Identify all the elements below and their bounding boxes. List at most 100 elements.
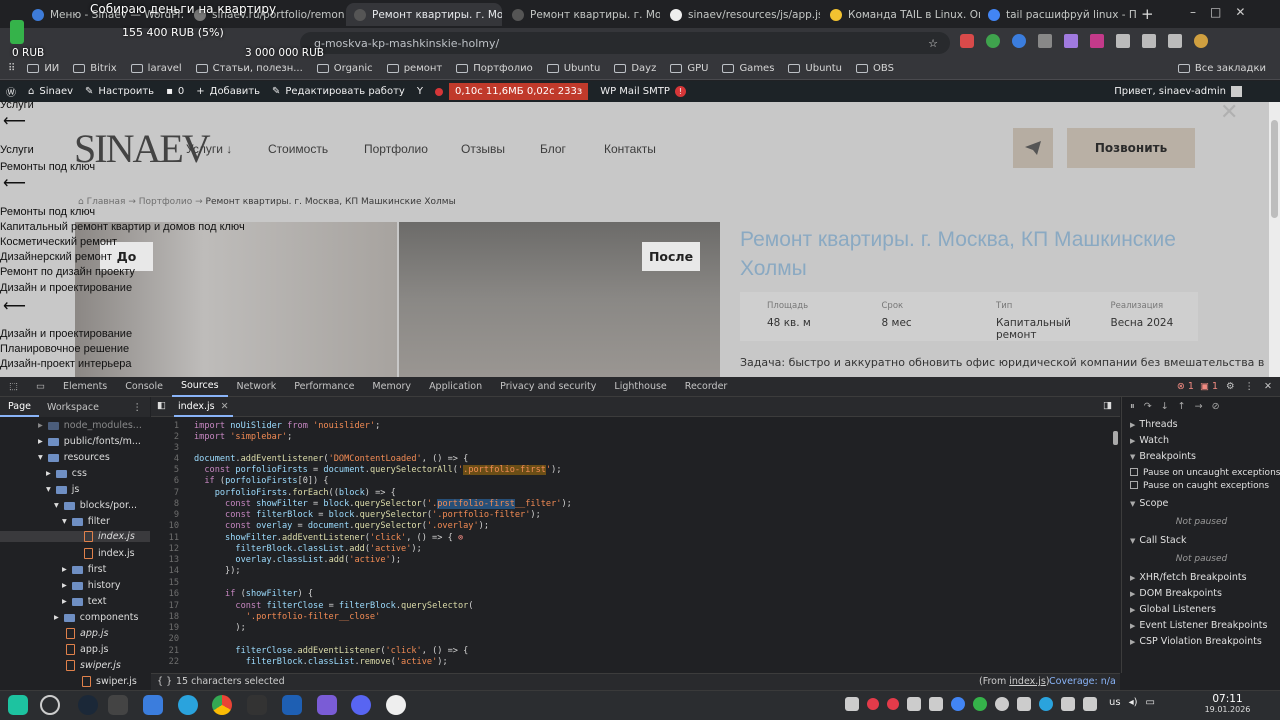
bookmark-folder[interactable]: Organic (316, 63, 373, 74)
section-csp-breakpoints[interactable]: ▶ CSP Violation Breakpoints (1130, 636, 1262, 647)
telegram-icon[interactable] (178, 695, 198, 715)
bookmark-folder[interactable]: ИИ (27, 63, 59, 74)
wordpress-logo-icon[interactable]: Ⓦ (6, 84, 16, 99)
wp-edit-post[interactable]: ✎ Редактировать работу (272, 86, 405, 97)
menu-item[interactable]: Дизайн и проектирование (0, 327, 132, 342)
tab-privacy[interactable]: Privacy and security (491, 377, 605, 397)
profile-avatar[interactable] (1194, 34, 1208, 48)
address-bar[interactable]: g-moskva-kp-mashkinskie-holmy/☆ (300, 32, 950, 54)
extension-icon[interactable] (1142, 34, 1156, 48)
nav-item-reviews[interactable]: Отзывы (461, 142, 505, 156)
tree-file[interactable]: swiper.js (82, 676, 137, 687)
toggle-navigator-icon[interactable]: ◧ (157, 400, 166, 411)
shield-icon[interactable] (986, 34, 1000, 48)
menu-item[interactable]: Капитальный ремонт квартир и домов под к… (0, 220, 245, 235)
extension-icon[interactable] (1116, 34, 1130, 48)
puzzle-icon[interactable] (1168, 34, 1182, 48)
device-toggle-icon[interactable]: ▭ (27, 377, 54, 397)
pause-uncaught-checkbox[interactable]: Pause on uncaught exceptions (1130, 468, 1280, 478)
back-arrow-icon[interactable]: ⟵ (3, 176, 26, 192)
code-editor[interactable]: 1 2 3 4 5 6 7 8 9 10 11 12 13 14 15 16 1… (151, 417, 1120, 673)
wp-mail-smtp[interactable]: WP Mail SMTP! (600, 86, 686, 97)
activities-icon[interactable] (40, 695, 60, 715)
tab-lighthouse[interactable]: Lighthouse (605, 377, 675, 397)
settings-gear-icon[interactable]: ⚙ (1226, 381, 1235, 392)
tab-workspace[interactable]: Workspace (39, 402, 107, 413)
error-counter[interactable]: ⊗ 1 (1177, 381, 1194, 392)
back-arrow-icon[interactable]: ⟵ (3, 299, 26, 315)
tab-memory[interactable]: Memory (363, 377, 420, 397)
new-badge-icon[interactable] (1038, 34, 1052, 48)
nav-item-contacts[interactable]: Контакты (604, 142, 656, 156)
menu-item[interactable]: Услуги (0, 143, 34, 158)
wp-site-link[interactable]: ⌂ Sinaev (28, 86, 73, 97)
menu-item[interactable]: Услуги (0, 98, 34, 113)
terminal-icon[interactable] (108, 695, 128, 715)
close-icon[interactable]: ✕ (221, 401, 229, 412)
window-controls[interactable]: –□✕ (1190, 5, 1259, 19)
editor-scroll-thumb[interactable] (1113, 431, 1118, 445)
section-global-listeners[interactable]: ▶ Global Listeners (1130, 604, 1216, 615)
browser-tab[interactable]: Команда TAIL в Linux. Опи✕ (822, 3, 980, 26)
steam-icon[interactable] (78, 695, 98, 715)
nav-item-cost[interactable]: Стоимость (268, 142, 328, 156)
nav-item-portfolio[interactable]: Портфолио (364, 142, 428, 156)
section-xhr-breakpoints[interactable]: ▶ XHR/fetch Breakpoints (1130, 572, 1247, 583)
network-icon[interactable]: ▭ (1145, 697, 1154, 711)
tray-icon[interactable] (973, 697, 987, 711)
menu-item[interactable]: Ремонт по дизайн проекту (0, 265, 135, 280)
bookmark-folder[interactable]: Ubuntu (546, 63, 600, 74)
telegram-button[interactable] (1013, 128, 1053, 168)
inspect-icon[interactable]: ⬚ (0, 377, 27, 397)
bookmark-folder[interactable]: Портфолио (456, 63, 533, 74)
debug-controls[interactable]: ⏸↷↓↑→⊘ (1130, 401, 1229, 412)
tree-file[interactable]: swiper.js (66, 660, 121, 671)
tree-file[interactable]: app.js (66, 644, 109, 655)
tab-page[interactable]: Page (0, 397, 39, 417)
record-icon[interactable] (867, 698, 879, 710)
browser-tab-active[interactable]: Ремонт квартиры. г. Моск✕ (346, 3, 502, 26)
record-icon[interactable] (887, 698, 899, 710)
launcher-icon[interactable] (8, 695, 28, 715)
menu-item[interactable]: Ремонты под ключ (0, 160, 95, 175)
section-call-stack[interactable]: ▼ Call Stack (1130, 535, 1186, 546)
tree-folder[interactable]: ▸ text (62, 596, 107, 607)
wp-account[interactable]: Привет, sinaev-admin (1114, 86, 1242, 97)
chrome-tray-icon[interactable] (951, 697, 965, 711)
tray-icon[interactable] (907, 697, 921, 711)
menu-item[interactable]: Дизайнерский ремонт (0, 250, 112, 265)
menu-item[interactable]: Дизайн-проект интерьера (0, 357, 131, 372)
extension-icon[interactable] (1012, 34, 1026, 48)
new-tab-button[interactable]: + (1141, 5, 1154, 23)
chrome-icon[interactable] (212, 695, 232, 715)
keyboard-layout[interactable]: us (1109, 697, 1121, 711)
nav-item-blog[interactable]: Блог (540, 142, 566, 156)
all-bookmarks[interactable]: Все закладки (1177, 63, 1266, 74)
menu-item[interactable]: Ремонты под ключ (0, 205, 95, 220)
tree-file[interactable]: app.js (66, 628, 109, 639)
extension-icon[interactable] (1064, 34, 1078, 48)
scrollbar-thumb[interactable] (1271, 120, 1278, 218)
tree-folder[interactable]: ▾ filter (62, 516, 110, 527)
bookmark-folder[interactable]: Bitrix (73, 63, 117, 74)
tray-icon[interactable] (845, 697, 859, 711)
steam-tray-icon[interactable] (1017, 697, 1031, 711)
query-monitor[interactable]: 0,10с 11,6МБ 0,02с 233з (448, 83, 589, 100)
pause-caught-checkbox[interactable]: Pause on caught exceptions (1130, 481, 1269, 491)
tree-file[interactable]: index.js (84, 548, 135, 559)
bookmark-folder[interactable]: Ubuntu (788, 63, 842, 74)
tab-sources[interactable]: Sources (171, 377, 228, 397)
clock[interactable]: 07:11 19.01.2026 (1200, 694, 1255, 715)
section-watch[interactable]: ▶ Watch (1130, 435, 1169, 446)
breadcrumb-portfolio[interactable]: Портфолио (139, 197, 193, 207)
bookmark-folder[interactable]: Games (722, 63, 774, 74)
tree-folder[interactable]: ▾ resources (38, 452, 110, 463)
tree-folder[interactable]: ▸ node_modules... (38, 420, 142, 431)
tree-folder[interactable]: ▸ components (54, 612, 138, 623)
source-file-link[interactable]: index.js (1009, 676, 1046, 687)
tab-console[interactable]: Console (116, 377, 172, 397)
browser-tab[interactable]: sinaev/resources/js/app.js✕ (662, 3, 820, 26)
tree-folder[interactable]: ▸ first (62, 564, 106, 575)
editor-tab-active[interactable]: index.js ✕ (174, 397, 233, 417)
github-tray-icon[interactable] (995, 697, 1009, 711)
